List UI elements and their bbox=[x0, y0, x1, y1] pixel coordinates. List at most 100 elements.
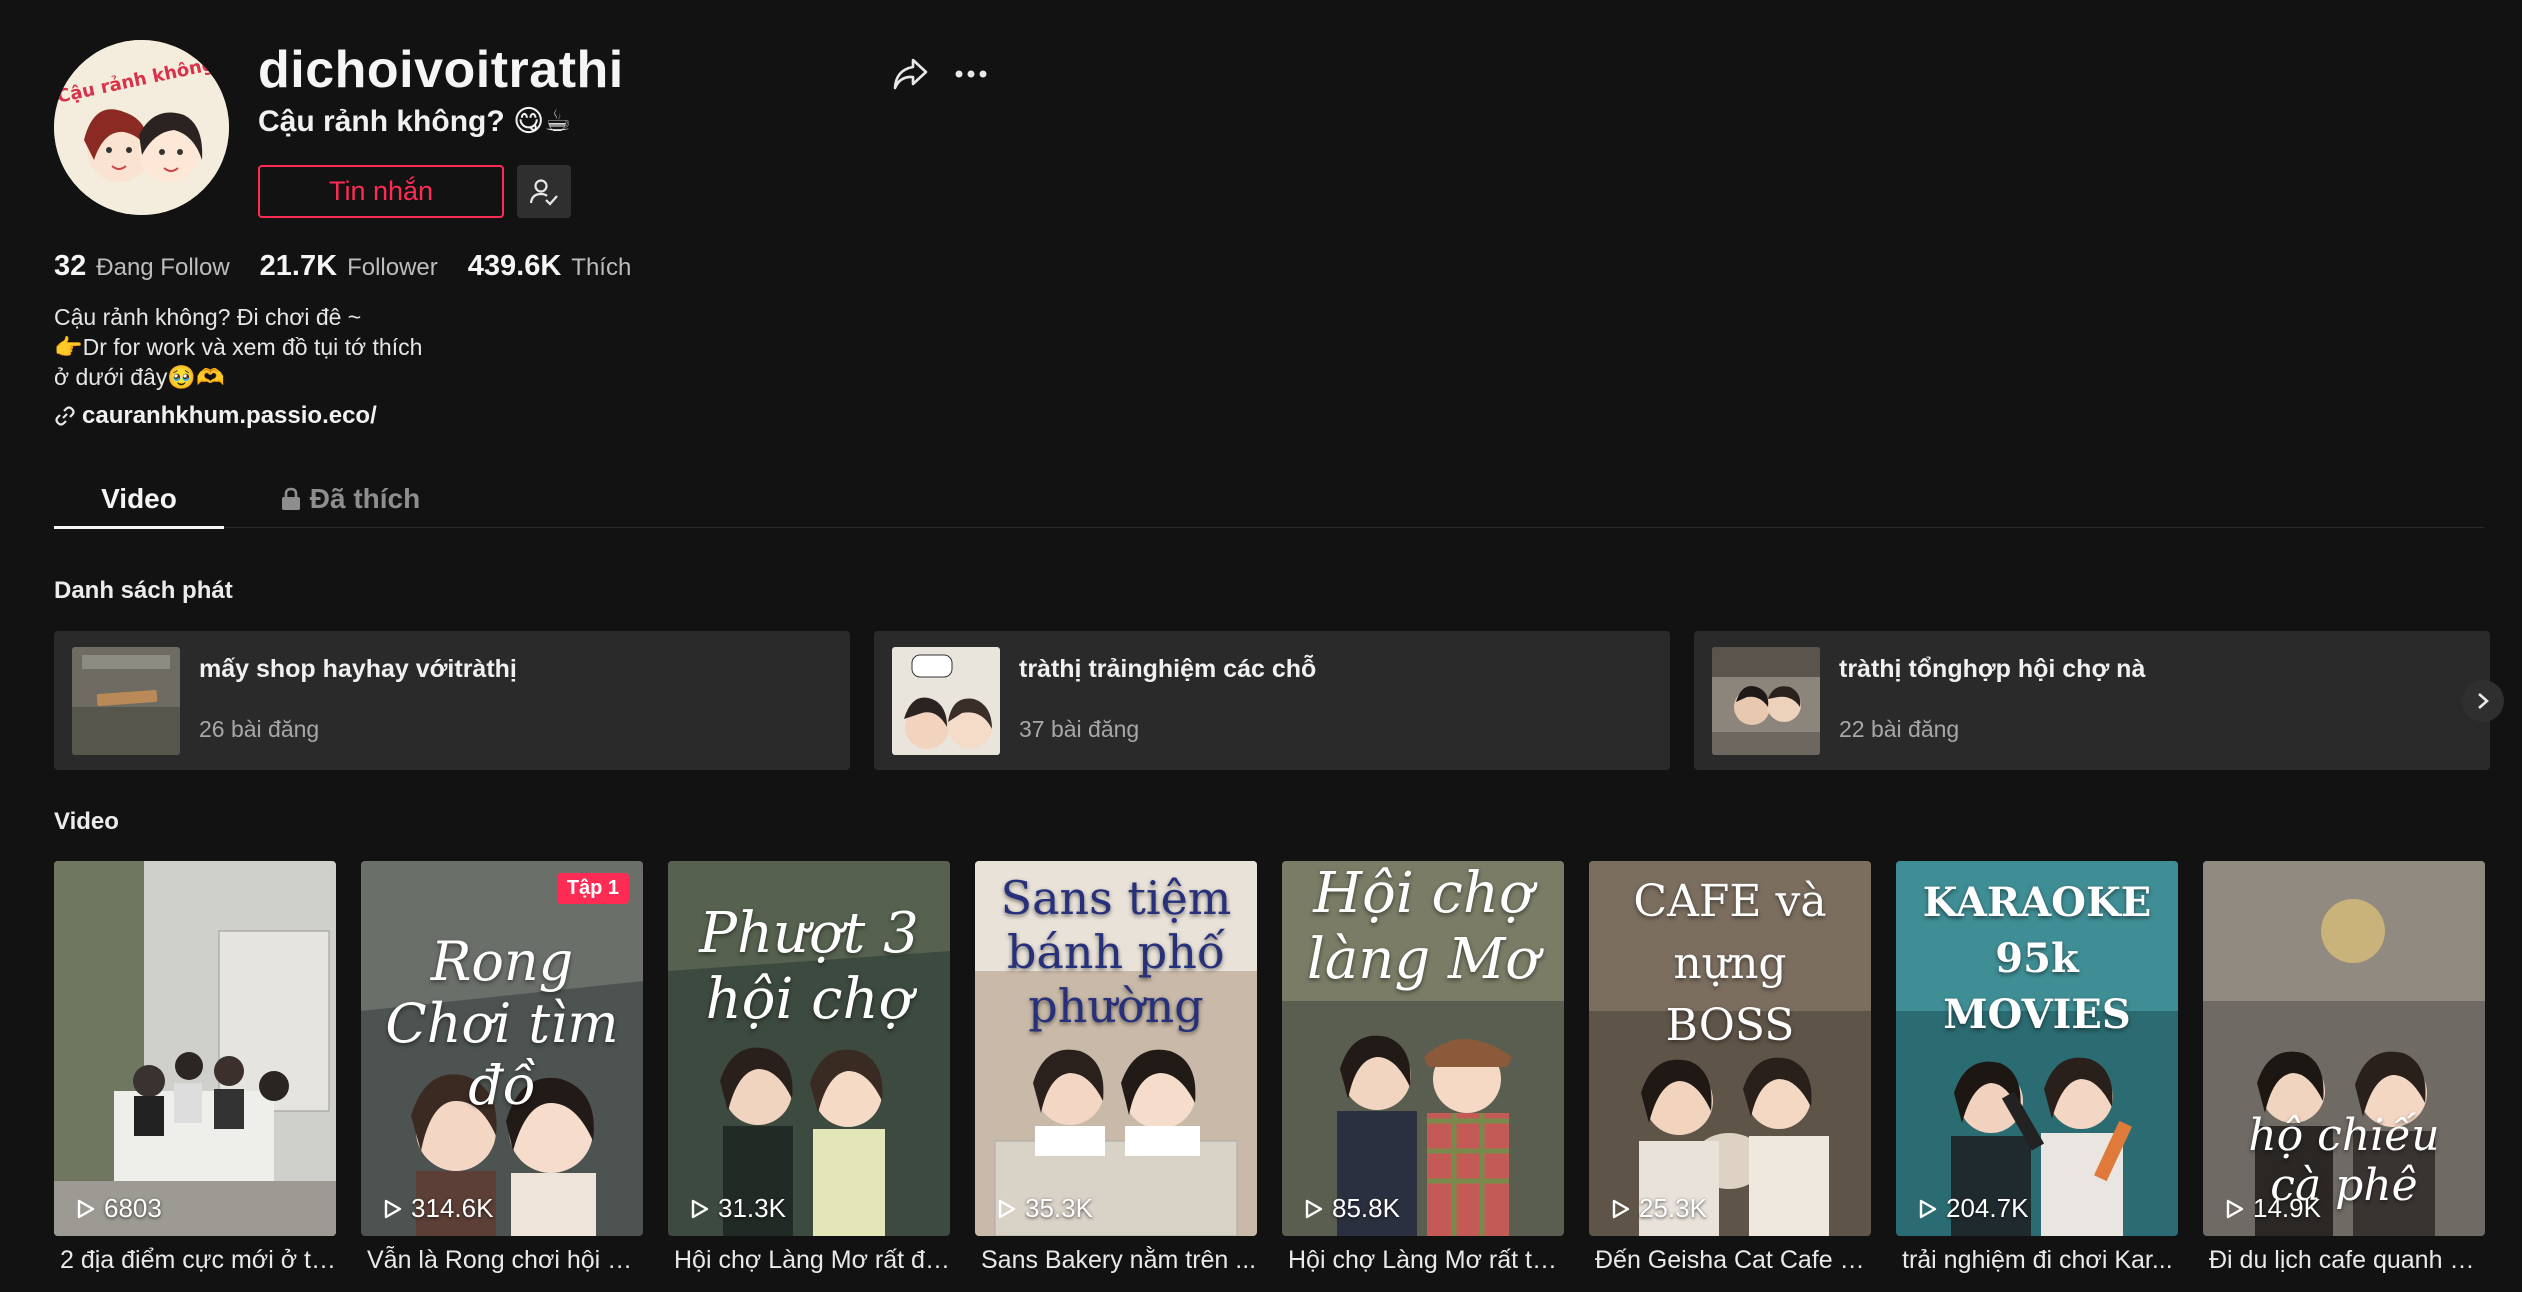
playlist-title: mấy shop hayhay vớitràthị bbox=[199, 655, 517, 683]
tab-video[interactable]: Video bbox=[54, 470, 224, 529]
view-count-text: 6803 bbox=[104, 1193, 162, 1223]
video-card[interactable]: 6803 2 địa điểm cực mới ở tậ... bbox=[54, 861, 336, 1275]
video-thumbnail: Rong Chơi tìm đồ Tập 1 314.6K bbox=[361, 861, 643, 1236]
video-overlay-text: Hội chợ làng Mơ bbox=[1306, 861, 1540, 992]
play-icon bbox=[384, 1199, 402, 1218]
video-overlay-text: KARAOKE 95k MOVIES bbox=[1922, 879, 2152, 1038]
playlist-next-button[interactable] bbox=[2462, 680, 2504, 722]
user-check-icon bbox=[529, 178, 558, 206]
message-button[interactable]: Tin nhắn bbox=[258, 165, 504, 218]
tab-label: Video bbox=[101, 483, 177, 514]
view-count: 35.3K bbox=[997, 1193, 1093, 1224]
video-card[interactable]: Rong Chơi tìm đồ Tập 1 314.6K Vẫn là Ron… bbox=[361, 861, 643, 1275]
stat-followers[interactable]: 21.7K Follower bbox=[260, 250, 438, 283]
play-icon bbox=[1612, 1199, 1630, 1218]
view-count-text: 25.3K bbox=[1639, 1193, 1707, 1223]
video-thumbnail: Phượt 3 hội chợ 31.3K bbox=[668, 861, 950, 1236]
video-caption: Sans Bakery nằm trên ... bbox=[981, 1246, 1257, 1274]
video-caption: Hội chợ Làng Mơ rất th... bbox=[1288, 1246, 1564, 1274]
view-count-text: 204.7K bbox=[1946, 1193, 2029, 1223]
play-icon bbox=[998, 1199, 1016, 1218]
playlist-title: tràthị tổnghợp hội chợ nà bbox=[1839, 655, 2146, 683]
stat-likes: 439.6K Thích bbox=[468, 250, 632, 283]
video-overlay-text: Sans tiệm bánh phố phường bbox=[1000, 871, 1232, 1033]
lock-icon bbox=[281, 487, 300, 510]
video-overlay-text: Rong Chơi tìm đồ bbox=[385, 930, 619, 1117]
play-icon bbox=[691, 1199, 709, 1218]
stat-value: 32 bbox=[54, 250, 87, 282]
stat-value: 439.6K bbox=[467, 250, 562, 282]
video-caption: Đi du lịch cafe quanh H... bbox=[2209, 1246, 2485, 1274]
video-card[interactable]: CAFE và nựng BOSS 25.3K Đến Geisha Cat C… bbox=[1589, 861, 1871, 1275]
view-count: 31.3K bbox=[690, 1193, 786, 1224]
view-count: 25.3K bbox=[1611, 1193, 1707, 1224]
video-thumbnail: CAFE và nựng BOSS 25.3K bbox=[1589, 861, 1871, 1236]
view-count: 85.8K bbox=[1304, 1193, 1400, 1224]
video-card[interactable]: KARAOKE 95k MOVIES 204.7K trải nghiệm đi… bbox=[1896, 861, 2178, 1275]
play-icon bbox=[1919, 1199, 1937, 1218]
video-thumbnail: 6803 bbox=[54, 861, 336, 1236]
tab-label: Đã thích bbox=[309, 483, 421, 514]
video-card[interactable]: Hội chợ làng Mơ 85.8K Hội chợ Làng Mơ rấ… bbox=[1282, 861, 1564, 1275]
view-count-text: 314.6K bbox=[411, 1193, 494, 1223]
video-card[interactable]: Sans tiệm bánh phố phường 35.3K Sans Bak… bbox=[975, 861, 1257, 1275]
video-overlay-text: CAFE và nựng BOSS bbox=[1633, 876, 1827, 1051]
video-card[interactable]: hộ chiếu cà phê 14.9K Đi du lịch cafe qu… bbox=[2203, 861, 2485, 1275]
video-caption: Vẫn là Rong chơi hội ch... bbox=[367, 1246, 643, 1274]
playlist-count: 22 bài đăng bbox=[1839, 716, 1960, 742]
videos-heading: Video bbox=[54, 808, 119, 835]
play-icon bbox=[1305, 1199, 1323, 1218]
play-icon bbox=[2226, 1199, 2244, 1218]
playlist-title: tràthị trảinghiệm các chỗ bbox=[1019, 655, 1317, 683]
view-count-text: 14.9K bbox=[2253, 1193, 2321, 1223]
share-icon bbox=[893, 58, 928, 90]
video-thumbnail: hộ chiếu cà phê 14.9K bbox=[2203, 861, 2485, 1236]
playlists-heading: Danh sách phát bbox=[54, 577, 233, 604]
video-grid: 6803 2 địa điểm cực mới ở tậ... Rong Chơ… bbox=[54, 861, 2485, 1292]
profile-tabs: Video Đã thích bbox=[54, 470, 2484, 529]
view-count-text: 35.3K bbox=[1025, 1193, 1093, 1223]
playlist-card[interactable]: tràthị trảinghiệm các chỗ 37 bài đăng bbox=[874, 631, 1670, 770]
follow-status-button[interactable] bbox=[517, 165, 571, 218]
stat-label: Thích bbox=[571, 254, 632, 281]
playlist-count: 26 bài đăng bbox=[199, 716, 320, 742]
playlist-count: 37 bài đăng bbox=[1019, 716, 1140, 742]
video-overlay-text: Phượt 3 hội chợ bbox=[699, 901, 919, 1032]
share-button[interactable] bbox=[890, 54, 930, 94]
video-thumbnail: KARAOKE 95k MOVIES 204.7K bbox=[1896, 861, 2178, 1236]
playlist-thumbnail bbox=[1712, 647, 1820, 755]
profile-bio: Cậu rảnh không? Đi chơi đê ~ 👉Dr for wor… bbox=[54, 304, 423, 390]
video-thumbnail: Sans tiệm bánh phố phường 35.3K bbox=[975, 861, 1257, 1236]
episode-badge: Tập 1 bbox=[556, 873, 629, 904]
view-count: 204.7K bbox=[1918, 1193, 2028, 1224]
playlists-row: mấy shop hayhay vớitràthị 26 bài đăng tr… bbox=[54, 631, 2490, 770]
avatar[interactable]: Cậu rảnh không? bbox=[54, 40, 229, 215]
link-icon bbox=[55, 406, 75, 426]
stat-following[interactable]: 32 Đang Follow bbox=[54, 250, 230, 283]
playlist-card[interactable]: tràthị tổnghợp hội chợ nà 22 bài đăng bbox=[1694, 631, 2490, 770]
stat-label: Follower bbox=[347, 254, 438, 281]
video-caption: 2 địa điểm cực mới ở tậ... bbox=[60, 1246, 336, 1274]
stat-label: Đang Follow bbox=[96, 254, 230, 281]
video-thumbnail: Hội chợ làng Mơ 85.8K bbox=[1282, 861, 1564, 1236]
profile-stats: 32 Đang Follow 21.7K Follower 439.6K Thí… bbox=[54, 250, 661, 283]
video-card[interactable]: Phượt 3 hội chợ 31.3K Hội chợ Làng Mơ rấ… bbox=[668, 861, 950, 1275]
playlist-thumbnail bbox=[72, 647, 180, 755]
video-caption: Hội chợ Làng Mơ rất đô... bbox=[674, 1246, 950, 1274]
playlist-thumbnail bbox=[892, 647, 1000, 755]
view-count: 14.9K bbox=[2225, 1193, 2321, 1224]
play-icon bbox=[77, 1199, 95, 1218]
more-options-button[interactable] bbox=[951, 54, 991, 94]
profile-header: Cậu rảnh không? dichoivoitrathi Cậu rảnh… bbox=[54, 40, 1014, 220]
view-count-text: 31.3K bbox=[718, 1193, 786, 1223]
playlist-card[interactable]: mấy shop hayhay vớitràthị 26 bài đăng bbox=[54, 631, 850, 770]
view-count-text: 85.8K bbox=[1332, 1193, 1400, 1223]
chevron-right-icon bbox=[2478, 693, 2489, 709]
video-caption: Đến Geisha Cat Cafe vu... bbox=[1595, 1246, 1871, 1274]
more-icon bbox=[955, 70, 987, 78]
tab-liked[interactable]: Đã thích bbox=[270, 470, 430, 528]
profile-link[interactable]: cauranhkhum.passio.eco/ bbox=[54, 402, 377, 430]
view-count: 314.6K bbox=[383, 1193, 493, 1224]
stat-value: 21.7K bbox=[259, 250, 338, 282]
view-count: 6803 bbox=[76, 1193, 162, 1224]
